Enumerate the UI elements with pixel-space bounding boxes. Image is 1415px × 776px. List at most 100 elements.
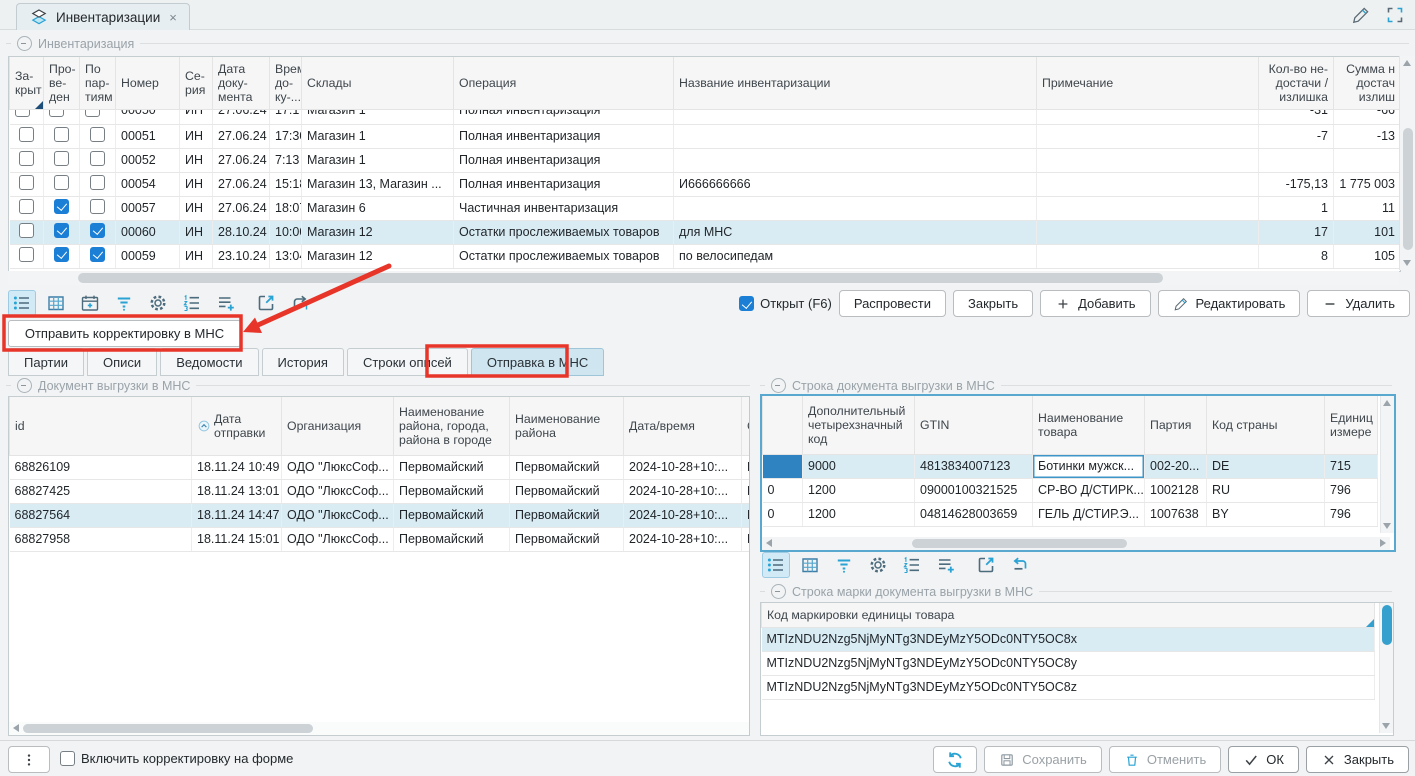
table-cell[interactable]: Остатки прослеживаемых товаров (454, 220, 674, 244)
table-cell[interactable]: 18.11.24 10:49 (192, 455, 282, 479)
table-row[interactable]: MTIzNDU2Nzg5NjMyNTg3NDEyMzY5ODc0NTY5OC8y (762, 651, 1375, 675)
table-cell[interactable] (44, 220, 80, 244)
filter-button[interactable] (830, 552, 858, 578)
table-cell[interactable]: 68827958 (10, 527, 192, 551)
collapse-icon[interactable] (17, 36, 32, 51)
column-header[interactable]: Организация (282, 397, 394, 455)
table-row[interactable]: 00050ИН27.06.2417:17Магазин 1Полная инве… (10, 109, 1401, 124)
column-header[interactable]: Код маркировки единицы товара (762, 603, 1375, 627)
table-cell[interactable]: Магазин 1 (302, 148, 454, 172)
column-header[interactable]: Врем до- ку-... (270, 57, 302, 109)
table-cell[interactable] (674, 109, 1037, 124)
table-cell[interactable]: -66 (1334, 109, 1401, 124)
table-cell[interactable]: Магазин 1 (302, 109, 454, 124)
table-cell[interactable]: 0 (763, 478, 803, 502)
column-header[interactable]: id (10, 397, 192, 455)
column-header[interactable]: Кол-во не- достачи / излишка (1259, 57, 1334, 109)
column-header[interactable]: Название инвентаризации (674, 57, 1037, 109)
list-view-button[interactable] (762, 552, 790, 578)
table-cell[interactable]: -31 (1259, 109, 1334, 124)
table-cell[interactable] (674, 124, 1037, 148)
table-cell[interactable] (1037, 244, 1259, 268)
table-cell[interactable]: Первомайский (394, 455, 510, 479)
table-cell[interactable]: BY (1207, 502, 1325, 526)
add-list-button[interactable] (932, 552, 960, 578)
table-cell[interactable] (80, 148, 116, 172)
table-cell[interactable]: ИН (180, 196, 213, 220)
row-checkbox[interactable] (90, 127, 105, 142)
table-cell[interactable]: -175,13 (1259, 172, 1334, 196)
table-cell[interactable]: И (742, 527, 751, 551)
upload-row-hscrollbar[interactable] (762, 537, 1390, 550)
mark-row-vscrollbar[interactable] (1379, 603, 1393, 733)
upload-row-vscrollbar[interactable] (1380, 396, 1394, 533)
table-cell[interactable]: ГЕЛЬ Д/СТИР.Э... (1033, 502, 1145, 526)
tab-list-lines[interactable]: Строки описей (347, 348, 468, 376)
table-cell[interactable] (674, 196, 1037, 220)
table-cell[interactable]: Первомайский (510, 479, 624, 503)
table-cell[interactable]: 8 (1259, 244, 1334, 268)
open-external-button[interactable] (972, 552, 1000, 578)
table-row[interactable]: 0120009000100321525СР-ВО Д/СТИРК...10021… (763, 478, 1378, 502)
table-cell[interactable]: -7 (1259, 124, 1334, 148)
table-cell[interactable]: 101 (1334, 220, 1401, 244)
send-correction-to-mns-button[interactable]: Отправить корректировку в МНС (8, 320, 241, 347)
table-row[interactable]: 90004813834007123Ботинки мужск...002-20.… (763, 454, 1378, 478)
table-cell[interactable]: 18:07 (270, 196, 302, 220)
table-cell[interactable] (10, 196, 44, 220)
settings-button[interactable] (144, 290, 172, 316)
save-button[interactable]: Сохранить (984, 746, 1102, 773)
table-cell[interactable]: Частичная инвентаризация (454, 196, 674, 220)
table-row[interactable]: 00060ИН28.10.2410:00Магазин 12Остатки пр… (10, 220, 1401, 244)
table-row[interactable]: MTIzNDU2Nzg5NjMyNTg3NDEyMzY5ODc0NTY5OC8x (762, 627, 1375, 651)
table-cell[interactable] (1037, 148, 1259, 172)
table-cell[interactable] (80, 124, 116, 148)
column-header[interactable]: Наименование товара (1033, 396, 1145, 454)
table-cell[interactable]: 4813834007123 (915, 454, 1033, 478)
table-row[interactable]: 6882795818.11.24 15:01ОДО "ЛюксСоф...Пер… (10, 527, 751, 551)
table-cell[interactable]: ОДО "ЛюксСоф... (282, 503, 394, 527)
column-header[interactable]: Склады (302, 57, 454, 109)
add-button[interactable]: Добавить (1040, 290, 1150, 317)
row-checkbox[interactable] (49, 109, 64, 117)
column-header[interactable]: С (742, 397, 751, 455)
table-cell[interactable] (10, 244, 44, 268)
table-cell[interactable]: 17 (1259, 220, 1334, 244)
table-cell[interactable]: 00059 (116, 244, 180, 268)
table-cell[interactable]: Полная инвентаризация (454, 124, 674, 148)
list-view-button[interactable] (8, 290, 36, 316)
table-row[interactable]: 6882610918.11.24 10:49ОДО "ЛюксСоф...Пер… (10, 455, 751, 479)
reload-button[interactable] (1006, 552, 1034, 578)
table-cell[interactable]: 2024-10-28+10:... (624, 527, 742, 551)
table-cell[interactable]: Магазин 1 (302, 124, 454, 148)
table-cell[interactable]: Первомайский (394, 479, 510, 503)
table-cell[interactable] (1334, 148, 1401, 172)
column-header[interactable] (763, 396, 803, 454)
row-checkbox[interactable] (90, 151, 105, 166)
table-cell[interactable]: 13:04 (270, 244, 302, 268)
table-cell[interactable]: 0 (763, 502, 803, 526)
table-cell[interactable] (10, 148, 44, 172)
unpost-button[interactable]: Распровести (839, 290, 946, 317)
table-cell[interactable] (44, 196, 80, 220)
table-cell[interactable]: ОДО "ЛюксСоф... (282, 479, 394, 503)
table-cell[interactable]: 04814628003659 (915, 502, 1033, 526)
table-cell[interactable] (10, 109, 44, 124)
numbered-list-button[interactable] (178, 290, 206, 316)
table-row[interactable]: MTIzNDU2Nzg5NjMyNTg3NDEyMzY5ODc0NTY5OC8z (762, 675, 1375, 699)
table-cell[interactable] (10, 220, 44, 244)
table-cell[interactable]: 2024-10-28+10:... (624, 455, 742, 479)
table-cell[interactable]: 1200 (803, 502, 915, 526)
table-cell[interactable]: И (742, 455, 751, 479)
table-cell[interactable] (674, 148, 1037, 172)
delete-button[interactable]: Удалить (1307, 290, 1410, 317)
table-cell[interactable] (10, 172, 44, 196)
table-cell[interactable]: 27.06.24 (213, 196, 270, 220)
table-row[interactable]: 00059ИН23.10.2413:04Магазин 12Остатки пр… (10, 244, 1401, 268)
table-cell[interactable]: 27.06.24 (213, 124, 270, 148)
column-header[interactable]: Единиц измере (1325, 396, 1378, 454)
row-checkbox[interactable] (19, 151, 34, 166)
row-checkbox[interactable] (90, 199, 105, 214)
table-cell[interactable]: 18.11.24 15:01 (192, 527, 282, 551)
tab-send-to-mns[interactable]: Отправка в МНС (471, 348, 604, 376)
